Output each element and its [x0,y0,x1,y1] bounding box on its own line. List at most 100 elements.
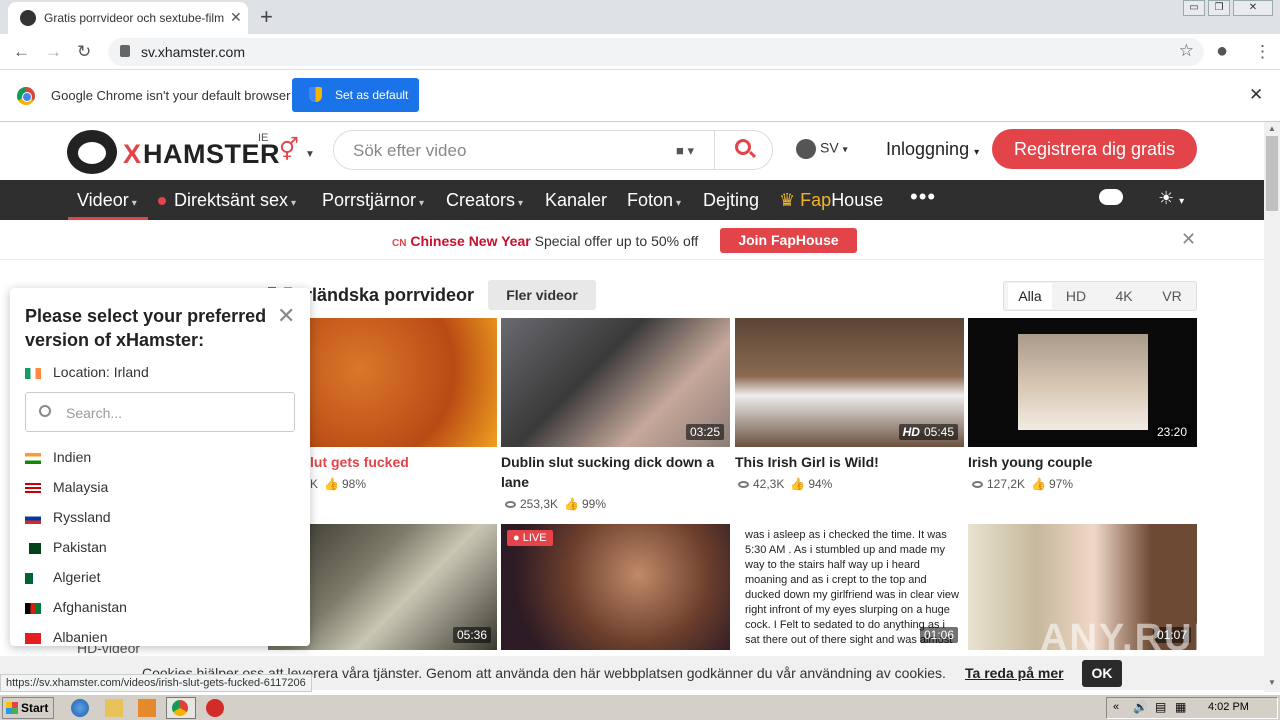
cookie-ok-button[interactable]: OK [1082,660,1122,687]
country-option[interactable]: Afghanistan [25,599,127,615]
windows-logo-icon [6,702,18,714]
country-option[interactable]: Algeriet [25,569,100,585]
ie-icon[interactable] [71,699,89,717]
nav-label: Porrstjärnor [322,190,417,210]
chrome-menu-icon[interactable]: ⋮ [1254,42,1271,62]
thumbs-up-icon: 👍 [1031,477,1046,491]
site-favicon-icon [20,10,36,26]
set-as-default-button[interactable]: Set as default [292,78,419,112]
nav-faphouse[interactable]: ♛ FapHouse [779,190,883,211]
reload-icon[interactable]: ↻ [77,42,91,62]
upload-cloud-icon[interactable] [1099,189,1123,205]
chrome-icon [172,700,188,716]
profile-icon[interactable]: ● [1216,40,1228,63]
page-scrollbar[interactable]: ▲ ▼ [1264,122,1280,692]
infobar-close-icon[interactable]: ✕ [1249,85,1263,105]
address-bar[interactable]: sv.xhamster.com ☆ [108,38,1204,66]
start-button[interactable]: Start [2,697,54,719]
nav-creators[interactable]: Creators ▾ [446,190,523,211]
video-rating: 98% [341,477,366,491]
gender-selector[interactable]: ⚥ ▼ [279,137,315,163]
nav-photos[interactable]: Foton ▾ [627,190,681,211]
forward-arrow-icon[interactable]: → [45,42,62,62]
video-rating: 97% [1049,477,1074,491]
tray-expand-icon[interactable]: « [1113,701,1119,713]
nav-channels[interactable]: Kanaler [545,190,607,211]
scrollbar-thumb[interactable] [1266,136,1278,211]
video-views: 253,3K [520,497,559,511]
video-title[interactable]: This Irish Girl is Wild! [735,452,963,472]
video-thumbnail[interactable]: ● LIVE [501,524,730,650]
nav-live-sex[interactable]: Direktsänt sex ▾ [158,190,296,211]
security-icon[interactable]: ▦ [1175,700,1186,714]
video-title[interactable]: Dublin slut sucking dick down a lane [501,452,729,492]
video-thumbnail[interactable]: 23:20 [968,318,1197,447]
close-window-button[interactable]: ✕ [1233,0,1273,16]
promo-close-icon[interactable]: ✕ [1181,229,1196,250]
back-arrow-icon[interactable]: ← [13,42,30,62]
eye-icon [972,481,983,489]
network-icon[interactable]: ▤ [1155,700,1166,714]
popup-close-icon[interactable]: ✕ [277,303,295,329]
filter-hd[interactable]: HD [1054,283,1098,309]
section-title[interactable]: Irländska porrvideor [300,285,474,306]
filter-4k[interactable]: 4K [1102,283,1146,309]
search-input[interactable]: Sök efter video [353,141,466,161]
volume-icon[interactable]: 🔊 [1133,700,1148,714]
country-option[interactable]: Albanien [25,629,108,645]
video-views: 127,2K [987,477,1026,491]
video-duration: 23:20 [1152,424,1191,440]
browser-tab[interactable]: Gratis porrvideor och sextube-filmer ✕ [8,2,248,34]
scroll-down-icon[interactable]: ▼ [1268,678,1276,687]
search-bar[interactable]: Sök efter video ■ ▾ [333,130,773,170]
thumbnail-scene [1018,334,1148,430]
more-videos-button[interactable]: Fler videor [488,280,596,310]
main-nav: Videor ▾ Direktsänt sex ▾ Porrstjärnor ▾ Cr… [0,180,1264,220]
video-stats: 127,2K 👍 97% [972,477,1073,491]
search-icon[interactable] [735,139,751,155]
scroll-up-icon[interactable]: ▲ [1268,124,1276,133]
minimize-button[interactable]: ▭ [1183,0,1205,16]
theme-toggle[interactable]: ☀ ▾ [1158,188,1184,209]
register-button[interactable]: Registrera dig gratis [992,129,1197,169]
nav-videos[interactable]: Videor ▾ [77,190,137,211]
tab-title: Gratis porrvideor och sextube-filmer [44,11,224,25]
country-option[interactable]: Malaysia [25,479,108,495]
tab-close-icon[interactable]: ✕ [230,9,242,26]
camera-filter-icon[interactable]: ■ ▾ [676,143,694,159]
media-player-icon[interactable] [138,699,156,717]
folder-icon[interactable] [105,699,123,717]
logo-region: IE [258,132,269,144]
url-text[interactable]: sv.xhamster.com [141,44,245,60]
nav-pornstars[interactable]: Porrstjärnor ▾ [322,190,424,211]
language-selector[interactable]: SV ▾ [796,139,848,159]
video-duration: 01:06 [919,627,958,643]
cookie-learn-more-link[interactable]: Ta reda på mer [965,665,1064,681]
video-stats: 42,3K 👍 94% [738,477,832,491]
video-thumbnail[interactable]: 03:25 [501,318,730,447]
bookmark-star-icon[interactable]: ☆ [1179,41,1194,61]
chevron-down-icon: ▾ [1179,196,1185,207]
join-faphouse-button[interactable]: Join FapHouse [720,228,857,253]
hd-badge: HD [902,425,920,439]
country-option[interactable]: Ryssland [25,509,111,525]
hamster-logo-icon [67,130,117,174]
nav-dating[interactable]: Dejting [703,190,759,211]
restore-button[interactable]: ❐ [1208,0,1230,16]
new-tab-button[interactable]: + [260,4,273,30]
country-search-input[interactable]: Search... [25,392,295,432]
more-menu-icon[interactable]: ••• [910,184,936,210]
country-option[interactable]: Pakistan [25,539,107,555]
country-option[interactable]: Indien [25,449,91,465]
video-title[interactable]: Irish young couple [968,452,1196,472]
filter-all[interactable]: Alla [1008,283,1052,309]
promo-offer: Special offer up to 50% off [530,233,699,249]
filter-vr[interactable]: VR [1150,283,1194,309]
login-button[interactable]: Inloggning ▾ [886,139,979,160]
alert-icon[interactable] [206,699,224,717]
location-label: Location: Irland [53,364,149,380]
infobar-message: Google Chrome isn't your default browser [51,88,291,103]
video-thumbnail[interactable]: HD 05:45 [735,318,964,447]
site-logo[interactable]: X HAMSTER IE [67,128,280,176]
video-thumbnail[interactable]: was i asleep as i checked the time. It w… [735,524,964,650]
